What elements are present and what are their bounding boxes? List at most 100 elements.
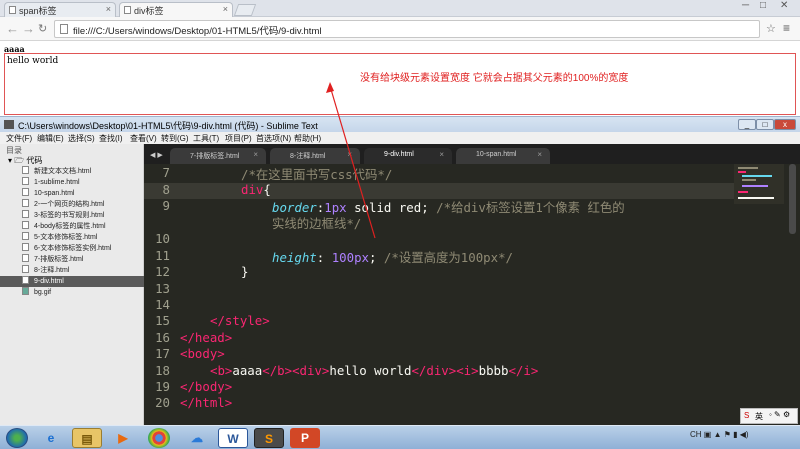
file-icon xyxy=(22,188,29,196)
html-tag: </i> xyxy=(508,363,539,378)
new-tab-button[interactable] xyxy=(233,4,257,16)
menu-icon[interactable]: ≡ xyxy=(783,21,790,35)
editor-tab[interactable]: 8-注释.html × xyxy=(270,148,360,164)
file-label: 新建文本文档.html xyxy=(34,168,92,175)
file-icon xyxy=(22,221,29,229)
star-icon[interactable]: ☆ xyxy=(766,22,776,35)
sidebar-file[interactable]: 新建文本文档.html xyxy=(22,166,91,177)
file-label: 3-标签的书写规则.html xyxy=(34,212,105,219)
ie-icon[interactable]: e xyxy=(36,428,66,448)
line-number: 18 xyxy=(155,363,170,378)
close-icon[interactable]: × xyxy=(439,150,444,159)
menu-edit[interactable]: 编辑(E) xyxy=(37,133,64,144)
maximize-icon[interactable]: □ xyxy=(760,0,766,11)
close-icon[interactable]: × xyxy=(106,4,111,14)
html-tag: </head> xyxy=(180,330,233,345)
window-close-icon[interactable]: ✕ xyxy=(780,0,788,11)
code-line-12: } xyxy=(241,264,248,279)
maximize-icon[interactable]: □ xyxy=(756,119,774,130)
editor-tab[interactable]: 10-span.html × xyxy=(456,148,550,164)
ime-logo-icon: S xyxy=(744,411,750,420)
cloud-app-icon[interactable]: ☁ xyxy=(182,428,212,448)
close-icon[interactable]: × xyxy=(253,150,258,159)
menu-find[interactable]: 查找(I) xyxy=(99,133,123,144)
sidebar: 目录 ▾ 🗁 代码 新建文本文档.html 1-sublime.html 10-… xyxy=(0,144,144,425)
url-text: file:///C:/Users/windows/Desktop/01-HTML… xyxy=(73,26,322,37)
chrome-icon[interactable] xyxy=(148,428,170,448)
minimap[interactable] xyxy=(734,164,784,204)
file-label: bg.gif xyxy=(34,289,52,296)
sidebar-file[interactable]: 8-注释.html xyxy=(22,265,69,276)
css-property: border xyxy=(272,200,317,215)
menu-goto[interactable]: 转到(G) xyxy=(161,133,189,144)
file-label: 8-注释.html xyxy=(34,267,70,274)
powerpoint-icon[interactable]: P xyxy=(290,428,320,448)
line-number: 12 xyxy=(155,264,170,279)
start-button[interactable] xyxy=(6,428,28,448)
back-icon[interactable]: ← xyxy=(6,21,19,36)
browser-tab-div[interactable]: div标签 × xyxy=(119,2,233,17)
address-bar[interactable]: file:///C:/Users/windows/Desktop/01-HTML… xyxy=(54,20,760,38)
line-number: 11 xyxy=(155,248,170,263)
line-number: 19 xyxy=(155,379,170,394)
minimize-icon[interactable]: _ xyxy=(738,119,756,130)
html-text: aaaa xyxy=(232,363,263,378)
sidebar-file[interactable]: 2-一个网页的结构.html xyxy=(22,199,104,210)
menu-help[interactable]: 帮助(H) xyxy=(294,133,321,144)
menu-view[interactable]: 查看(V) xyxy=(130,133,157,144)
file-label: 1-sublime.html xyxy=(34,179,80,186)
file-icon xyxy=(22,265,29,273)
explorer-icon[interactable]: ▤ xyxy=(72,428,102,448)
sidebar-file[interactable]: 4-body标签的属性.html xyxy=(22,221,106,232)
forward-icon[interactable]: → xyxy=(22,21,35,36)
close-icon[interactable]: x xyxy=(774,119,796,130)
code-editor[interactable]: 7 8 9 10 11 12 13 14 15 16 17 18 19 20 /… xyxy=(144,164,800,425)
file-icon xyxy=(22,166,29,174)
menu-file[interactable]: 文件(F) xyxy=(6,133,32,144)
html-text: bbbb xyxy=(478,363,509,378)
menu-tools[interactable]: 工具(T) xyxy=(193,133,219,144)
file-label: 2-一个网页的结构.html xyxy=(34,201,105,208)
sidebar-file[interactable]: 3-标签的书写规则.html xyxy=(22,210,104,221)
html-text: hello world xyxy=(329,363,412,378)
sidebar-file[interactable]: 7-排版标签.html xyxy=(22,254,83,265)
minimize-icon[interactable]: ─ xyxy=(742,0,749,11)
menu-preferences[interactable]: 首选项(N) xyxy=(256,133,291,144)
ime-toolbar[interactable]: S 英 ◦ ✎ ⚙ xyxy=(740,408,798,424)
html-tag: </b> xyxy=(262,363,293,378)
sublime-window-title: C:\Users\windows\Desktop\01-HTML5\代码\9-d… xyxy=(18,121,318,131)
sidebar-file[interactable]: 5-文本修饰标签.html xyxy=(22,232,97,243)
page-icon xyxy=(9,6,16,14)
word-icon[interactable]: W xyxy=(218,428,248,448)
css-comment: /*设置高度为100px*/ xyxy=(383,250,514,265)
sidebar-file-selected[interactable]: 9-div.html xyxy=(0,276,144,287)
sidebar-file[interactable]: 10-span.html xyxy=(22,188,74,199)
close-icon[interactable]: × xyxy=(537,150,542,159)
code-line-16: </head> xyxy=(180,330,232,345)
code-line-17: <body> xyxy=(180,346,225,361)
line-number: 14 xyxy=(155,297,170,312)
sublime-text-icon[interactable]: S xyxy=(254,428,284,448)
editor-tab[interactable]: 7-排版标签.html × xyxy=(170,148,266,164)
sidebar-file[interactable]: 1-sublime.html xyxy=(22,177,80,188)
file-icon xyxy=(22,232,29,240)
tray-icons[interactable]: ▣ ▲ ⚑ ▮ ◀) xyxy=(704,430,749,439)
close-icon[interactable]: × xyxy=(347,150,352,159)
line-number: 8 xyxy=(162,182,170,197)
tab-scroll-icon[interactable]: ◀ ▶ xyxy=(150,151,163,159)
close-icon[interactable]: × xyxy=(223,4,228,14)
reload-icon[interactable]: ↻ xyxy=(38,22,47,35)
html-tag: </html> xyxy=(180,395,233,410)
menu-select[interactable]: 选择(S) xyxy=(68,133,95,144)
vertical-scrollbar[interactable] xyxy=(789,164,796,234)
language-indicator[interactable]: CH xyxy=(690,430,702,439)
ime-mode-label[interactable]: 英 xyxy=(755,411,763,422)
file-icon xyxy=(22,199,29,207)
sidebar-file[interactable]: 6-文本修饰标签实例.html xyxy=(22,243,111,254)
menu-project[interactable]: 项目(P) xyxy=(225,133,252,144)
sidebar-file[interactable]: bg.gif xyxy=(22,287,51,298)
editor-tab-active[interactable]: 9-div.html × xyxy=(364,148,452,164)
browser-tab-span[interactable]: span标签 × xyxy=(4,2,116,17)
ime-options-icon[interactable]: ◦ ✎ ⚙ xyxy=(769,410,790,419)
media-player-icon[interactable]: ▶ xyxy=(108,428,138,448)
